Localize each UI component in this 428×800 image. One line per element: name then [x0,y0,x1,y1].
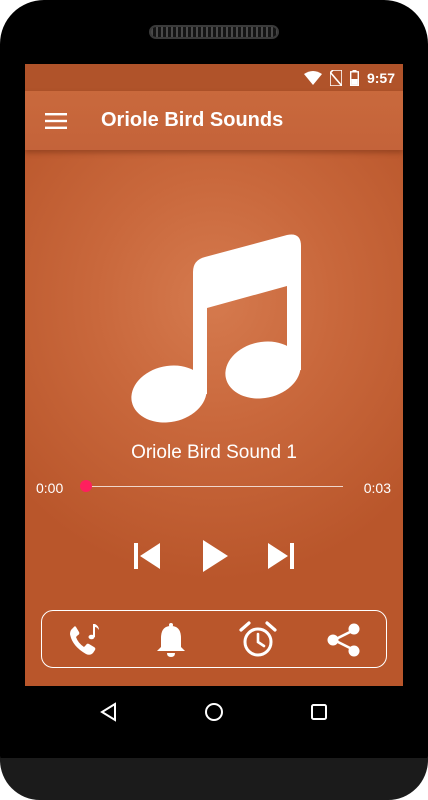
wifi-icon [303,70,322,85]
skip-next-icon[interactable] [261,536,301,576]
hamburger-menu-icon[interactable] [25,91,87,150]
alarm-clock-icon[interactable] [236,618,280,662]
share-icon[interactable] [322,618,366,662]
notification-bell-icon[interactable] [149,618,193,662]
action-panel [41,610,387,668]
seek-bar[interactable] [80,480,343,492]
elapsed-time: 0:00 [36,480,64,496]
no-sim-icon [329,69,342,86]
app-screen: 9:57 Oriole Bird Sounds Oriole Bird Soun… [25,64,403,686]
seek-thumb[interactable] [80,480,93,492]
status-bar: 9:57 [25,64,403,91]
app-title: Oriole Bird Sounds [101,109,284,131]
music-note-icon [125,232,305,424]
app-toolbar: Oriole Bird Sounds [25,91,403,150]
seek-track [81,486,343,487]
track-title: Oriole Bird Sound 1 [131,442,297,463]
skip-previous-icon[interactable] [127,536,167,576]
ringtone-icon[interactable] [62,618,106,662]
total-time: 0:03 [363,480,391,496]
home-icon[interactable] [200,698,228,726]
system-navigation-bar [25,686,403,738]
play-icon[interactable] [195,536,235,576]
earpiece-speaker [149,25,279,39]
recents-icon[interactable] [305,698,333,726]
back-icon[interactable] [95,698,123,726]
clock-text: 9:57 [366,69,395,86]
battery-icon [349,69,359,86]
